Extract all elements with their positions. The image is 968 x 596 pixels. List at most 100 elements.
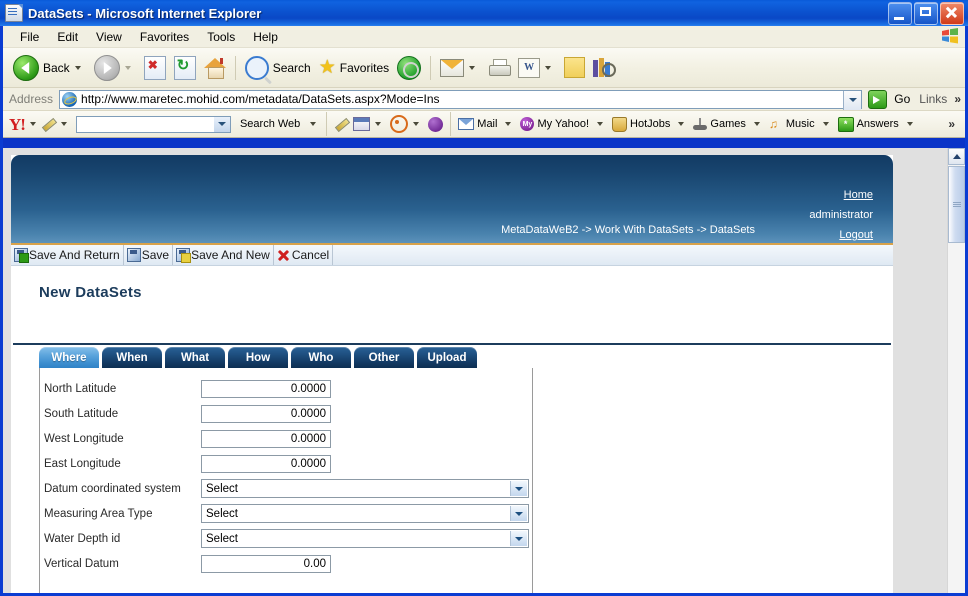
yahoo-popup-button[interactable]	[388, 115, 426, 133]
my-yahoo-icon: My	[520, 117, 535, 131]
search-icon	[244, 55, 269, 80]
browser-toolbar: Back Search ★ Favorites	[3, 48, 965, 88]
yahoo-item-answers[interactable]: * Answers	[836, 116, 920, 132]
stop-icon	[143, 55, 166, 80]
games-icon	[693, 118, 708, 130]
yahoo-item-mail[interactable]: Mail	[456, 118, 518, 130]
page-viewport: Home administrator Logout MetaDataWeB2 -…	[3, 148, 965, 593]
save-button[interactable]: Save	[124, 245, 174, 265]
mail-chevron-down-icon[interactable]	[469, 65, 476, 70]
west-longitude-input[interactable]: 0.0000	[201, 429, 331, 448]
current-user-label: administrator	[809, 209, 873, 221]
home-link[interactable]: Home	[844, 189, 873, 201]
back-button[interactable]: Back	[9, 53, 90, 83]
north-latitude-label: North Latitude	[44, 382, 117, 395]
yahoo-item-music[interactable]: ♫ Music	[767, 118, 836, 131]
scroll-up-button[interactable]	[948, 148, 965, 165]
site-banner: Home administrator Logout MetaDataWeB2 -…	[11, 155, 893, 243]
command-toolbar: Save And Return Save Save And New Cancel	[11, 245, 893, 266]
research-button[interactable]	[589, 53, 619, 83]
water-depth-id-select[interactable]: Select	[201, 529, 529, 548]
maximize-button[interactable]	[914, 2, 938, 25]
yahoo-searchweb-chevron-down-icon[interactable]	[310, 122, 317, 126]
east-longitude-input[interactable]: 0.0000	[201, 454, 331, 473]
address-overflow-icon[interactable]: »	[950, 92, 965, 106]
close-button[interactable]	[940, 2, 964, 25]
south-latitude-label: South Latitude	[44, 407, 119, 420]
scrollbar-thumb[interactable]	[948, 166, 965, 243]
logout-link[interactable]: Logout	[839, 229, 873, 241]
edit-word-button[interactable]: W	[514, 53, 560, 83]
yahoo-search-dropdown-icon[interactable]	[213, 116, 230, 132]
forward-chevron-down-icon[interactable]	[124, 65, 131, 70]
forward-button[interactable]	[90, 53, 140, 83]
north-latitude-input[interactable]: 0.0000	[201, 379, 331, 398]
research-icon	[593, 58, 617, 77]
yahoo-search-input[interactable]	[75, 115, 231, 133]
menu-item-file[interactable]: File	[11, 28, 48, 46]
links-label[interactable]: Links	[916, 92, 950, 106]
mail-icon	[440, 58, 465, 77]
yahoo-logo-icon[interactable]: Y!	[9, 116, 26, 133]
save-and-return-button[interactable]: Save And Return	[11, 245, 124, 265]
water-depth-id-label: Water Depth id	[44, 532, 121, 545]
back-chevron-down-icon[interactable]	[74, 65, 81, 70]
yahoo-item-games[interactable]: Games	[691, 118, 766, 130]
page-title: New DataSets	[39, 284, 142, 301]
yahoo-item-my-yahoo[interactable]: My My Yahoo!	[518, 117, 610, 131]
tab-how[interactable]: How	[228, 347, 288, 368]
games-chevron-down-icon	[753, 122, 760, 126]
menu-item-favorites[interactable]: Favorites	[131, 28, 198, 46]
field-row: Vertical Datum 0.00	[40, 551, 532, 576]
tab-when[interactable]: When	[102, 347, 162, 368]
address-input[interactable]: http://www.maretec.mohid.com/metadata/Da…	[59, 89, 863, 110]
favorites-button[interactable]: ★ Favorites	[315, 53, 393, 83]
tab-other[interactable]: Other	[354, 347, 414, 368]
yahoo-search-web-button[interactable]: Search Web	[235, 118, 305, 130]
answers-chevron-down-icon	[906, 122, 913, 126]
tab-strip: Where When What How Who Other Upload	[11, 347, 893, 368]
home-button[interactable]	[200, 53, 230, 83]
yahoo-highlight-button[interactable]	[332, 117, 351, 132]
yahoo-pencil-chevron-down-icon[interactable]	[60, 122, 67, 126]
mail-button[interactable]	[436, 53, 484, 83]
note-button[interactable]	[560, 53, 589, 83]
vertical-scrollbar[interactable]	[947, 148, 965, 593]
hotjobs-icon	[612, 116, 628, 132]
minimize-button[interactable]	[888, 2, 912, 25]
stop-button[interactable]	[140, 53, 170, 83]
go-button[interactable]: Go	[862, 89, 916, 109]
menu-item-help[interactable]: Help	[244, 28, 287, 46]
history-button[interactable]	[393, 53, 425, 83]
yahoo-messenger-button[interactable]	[426, 116, 445, 132]
refresh-button[interactable]	[170, 53, 200, 83]
tab-who[interactable]: Who	[291, 347, 351, 368]
yahoo-item-hotjobs[interactable]: HotJobs	[610, 116, 691, 132]
south-latitude-input[interactable]: 0.0000	[201, 404, 331, 423]
music-icon: ♫	[768, 116, 778, 131]
yahoo-pencil-icon[interactable]	[41, 117, 56, 132]
vertical-datum-input[interactable]: 0.00	[201, 554, 331, 573]
address-dropdown-button[interactable]	[843, 90, 862, 110]
menu-item-edit[interactable]: Edit	[48, 28, 87, 46]
yahoo-overflow-icon[interactable]: »	[944, 117, 959, 131]
tab-where[interactable]: Where	[39, 347, 99, 368]
cancel-button[interactable]: Cancel	[274, 245, 334, 265]
datum-coordinated-system-select[interactable]: Select	[201, 479, 529, 498]
edit-chevron-down-icon[interactable]	[545, 65, 552, 70]
save-and-new-icon	[176, 248, 192, 263]
title-rule	[13, 343, 891, 345]
search-button[interactable]: Search	[241, 53, 315, 83]
tab-what[interactable]: What	[165, 347, 225, 368]
yahoo-chevron-down-icon[interactable]	[29, 122, 36, 126]
yahoo-antispy-button[interactable]	[351, 117, 388, 131]
web-page: Home administrator Logout MetaDataWeB2 -…	[11, 155, 893, 593]
menu-item-view[interactable]: View	[87, 28, 131, 46]
tab-upload[interactable]: Upload	[417, 347, 477, 368]
menu-item-tools[interactable]: Tools	[198, 28, 244, 46]
measuring-area-type-select[interactable]: Select	[201, 504, 529, 523]
save-and-new-button[interactable]: Save And New	[173, 245, 274, 265]
print-button[interactable]	[484, 53, 514, 83]
chevron-down-icon	[510, 531, 527, 546]
field-row: South Latitude 0.0000	[40, 401, 532, 426]
